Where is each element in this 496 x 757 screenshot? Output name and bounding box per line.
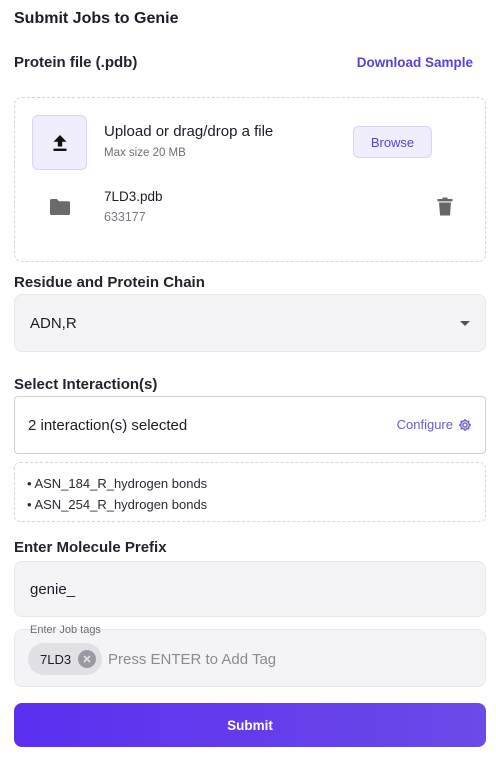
uploaded-file-size: 633177 [104,210,146,224]
molecule-prefix-label: Enter Molecule Prefix [14,539,167,556]
protein-file-label: Protein file (.pdb) [14,54,138,71]
download-sample-link[interactable]: Download Sample [357,55,473,70]
interactions-field[interactable]: 2 interaction(s) selected Configure [14,396,486,454]
uploaded-file-name: 7LD3.pdb [104,189,163,204]
browse-button[interactable]: Browse [353,126,432,158]
interactions-label: Select Interaction(s) [14,376,158,393]
upload-icon [53,134,66,151]
residue-chain-label: Residue and Protein Chain [14,274,205,291]
job-tags-field[interactable]: Enter Job tags 7LD3 [14,624,486,687]
interactions-summary: 2 interaction(s) selected [28,416,188,434]
caret-down-icon [460,321,470,326]
interaction-item: • ASN_184_R_hydrogen bonds [27,476,208,491]
configure-button[interactable]: Configure [397,417,472,432]
residue-chain-value: ADN,R [30,314,77,332]
trash-icon[interactable] [437,197,453,216]
molecule-prefix-input[interactable]: genie_ [14,561,486,617]
close-circle-icon[interactable] [78,650,97,668]
gear-icon [459,418,471,431]
job-tags-label: Enter Job tags [30,624,101,636]
tag-chip-label: 7LD3 [40,651,72,667]
upload-max-size: Max size 20 MB [104,147,186,159]
interaction-item: • ASN_254_R_hydrogen bonds [27,497,208,512]
page-title: Submit Jobs to Genie [14,10,179,27]
upload-dropzone[interactable]: Upload or drag/drop a file Max size 20 M… [14,97,486,262]
upload-title: Upload or drag/drop a file [104,123,274,140]
upload-button[interactable] [32,115,87,170]
residue-chain-select[interactable]: ADN,R [14,294,486,352]
molecule-prefix-value: genie_ [30,580,76,598]
tag-chip: 7LD3 [28,643,103,675]
folder-icon [50,199,70,215]
interactions-list: • ASN_184_R_hydrogen bonds • ASN_254_R_h… [14,462,486,522]
submit-button[interactable]: Submit [14,703,486,747]
job-tag-input[interactable] [108,644,468,674]
configure-label: Configure [396,417,453,432]
